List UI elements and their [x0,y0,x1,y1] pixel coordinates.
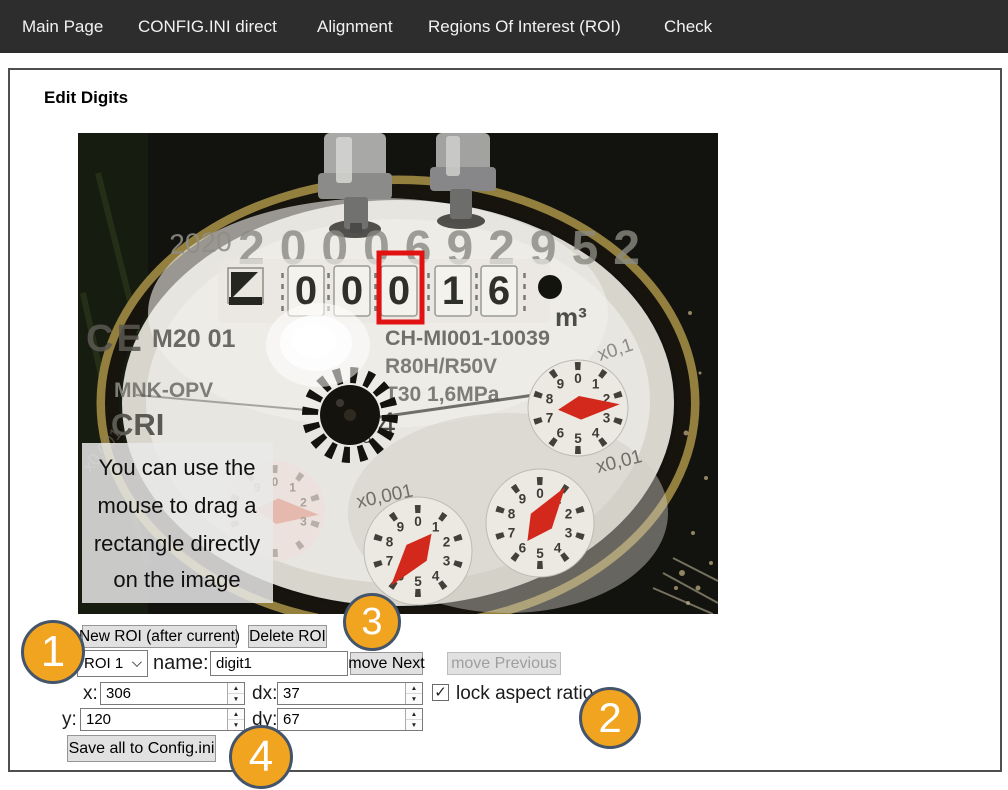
top-nav: Main Page CONFIG.INI direct Alignment Re… [0,0,1008,53]
dx-label: dx: [252,682,277,705]
name-label: name: [153,652,209,675]
year-stamp: 2020 [169,226,233,260]
dy-input[interactable]: 67 ▲ ▼ [277,708,423,731]
svg-text:9: 9 [397,520,405,535]
dx-value: 37 [278,683,405,704]
name-input[interactable] [210,651,348,676]
dial-hundredth: 0 1 2 3 4 5 6 7 8 9 [486,469,594,577]
svg-text:8: 8 [508,507,516,522]
roi-select-value: ROI 1 [84,655,123,672]
svg-text:rectangle directly: rectangle directly [94,531,260,556]
svg-text:7: 7 [508,525,516,540]
callout-1: 1 [21,620,85,684]
dy-spinner[interactable]: ▲ ▼ [405,709,422,730]
svg-text:3: 3 [300,514,307,528]
callout-2: 2 [579,687,641,749]
svg-text:3: 3 [565,525,573,540]
svg-text:2: 2 [300,496,307,510]
spin-down-icon[interactable]: ▼ [406,694,422,704]
svg-text:4: 4 [592,425,600,440]
x-spinner[interactable]: ▲ ▼ [227,683,244,704]
svg-text:7: 7 [546,410,554,425]
spin-down-icon[interactable]: ▼ [228,694,244,704]
svg-text:3: 3 [603,410,611,425]
meter-image[interactable]: 2020 2000692952 [78,133,718,614]
counter-digit: 0 [341,269,363,313]
delete-roi-button[interactable]: Delete ROI [248,625,327,648]
callout-4: 4 [229,725,293,789]
nav-alignment[interactable]: Alignment [317,0,393,53]
x-input[interactable]: 306 ▲ ▼ [100,682,245,705]
svg-text:3: 3 [443,553,451,568]
roi-select[interactable]: ROI 1 [77,650,148,677]
y-spinner[interactable]: ▲ ▼ [227,709,244,730]
maker-code: MNK-OPV [114,379,213,402]
counter-digit: 6 [488,269,510,313]
svg-text:4: 4 [554,540,562,555]
svg-text:1: 1 [432,520,440,535]
lock-aspect-checkbox[interactable]: ✓ [432,684,449,701]
nav-roi[interactable]: Regions Of Interest (ROI) [428,0,621,53]
counter-digit: 1 [442,269,464,313]
content-panel: Edit Digits [8,68,1002,772]
y-value: 120 [81,709,227,730]
svg-text:0: 0 [414,514,422,529]
svg-text:5: 5 [536,546,544,561]
save-config-button[interactable]: Save all to Config.ini [67,735,216,762]
y-label: y: [62,708,77,731]
unit-label: m³ [555,302,587,332]
svg-text:4: 4 [432,568,440,583]
svg-text:2: 2 [443,535,451,550]
svg-text:1: 1 [592,377,600,392]
x-label: x: [83,682,98,705]
dial-thousandth: 0 1 2 3 4 5 6 7 8 9 [364,497,472,605]
spin-up-icon[interactable]: ▲ [406,709,422,720]
approval-code: M20 01 [152,325,235,353]
dy-value: 67 [278,709,405,730]
svg-text:7: 7 [386,553,394,568]
svg-text:1: 1 [289,481,296,495]
x-value: 306 [101,683,227,704]
nav-check[interactable]: Check [664,0,712,53]
module-code: CH-MI001-10039 [385,326,550,350]
spin-down-icon[interactable]: ▼ [406,720,422,730]
spin-up-icon[interactable]: ▲ [406,683,422,694]
svg-text:0: 0 [536,486,544,501]
counter-digit: 0 [388,269,410,313]
svg-text:9: 9 [519,492,527,507]
y-input[interactable]: 120 ▲ ▼ [80,708,245,731]
lock-aspect-label: lock aspect ratio [456,682,593,705]
move-previous-button[interactable]: move Previous [447,652,561,675]
nav-config-ini[interactable]: CONFIG.INI direct [138,0,277,53]
svg-text:5: 5 [414,574,422,589]
svg-text:2: 2 [565,507,573,522]
svg-text:8: 8 [546,392,554,407]
drag-hint-overlay: You can use the mouse to drag a rectangl… [82,443,273,603]
ratio-code: R80H/R50V [385,355,497,378]
chevron-down-icon [132,657,142,667]
svg-text:5: 5 [574,431,582,446]
dx-input[interactable]: 37 ▲ ▼ [277,682,423,705]
move-next-button[interactable]: move Next [350,652,423,675]
svg-text:8: 8 [386,535,394,550]
page-title: Edit Digits [44,88,128,108]
dx-spinner[interactable]: ▲ ▼ [405,683,422,704]
nav-main-page[interactable]: Main Page [22,0,103,53]
new-roi-button[interactable]: New ROI (after current) [82,625,237,648]
svg-text:6: 6 [557,425,565,440]
light-flare [266,303,370,387]
decimal-dot [538,275,562,299]
svg-text:on the image: on the image [113,567,240,592]
spin-up-icon[interactable]: ▲ [228,683,244,694]
callout-3: 3 [343,593,401,651]
spin-up-icon[interactable]: ▲ [228,709,244,720]
ce-mark: CE [86,318,145,360]
svg-text:6: 6 [519,540,527,555]
dial-tenth: 0 1 2 3 4 5 6 7 8 9 [528,360,628,456]
svg-text:9: 9 [557,377,565,392]
svg-text:0: 0 [574,371,582,386]
svg-text:You can use the: You can use the [99,455,256,480]
spin-down-icon[interactable]: ▼ [228,720,244,730]
svg-text:mouse to drag a: mouse to drag a [98,493,258,518]
